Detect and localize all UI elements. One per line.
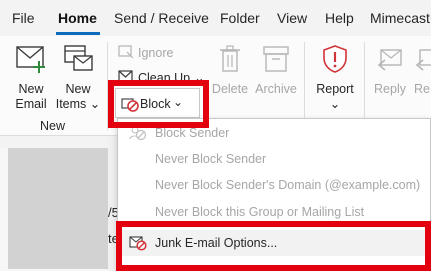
menu-item-never-block-group[interactable]: Never Block this Group or Mailing List <box>118 199 431 225</box>
block-label: Block <box>140 97 171 111</box>
reply-envelope-icon <box>370 44 410 78</box>
ribbon-tabs: File Home Send / Receive Folder View Hel… <box>0 0 431 36</box>
cleanup-icon <box>118 69 134 86</box>
tab-mimecast[interactable]: Mimecast <box>370 10 430 26</box>
block-icon <box>121 96 139 117</box>
chevron-down-icon: ⌄ <box>329 97 341 111</box>
new-items-label-2: Items ⌄ <box>55 97 101 111</box>
cleanup-label: Clean Up <box>138 70 191 85</box>
new-email-button[interactable]: New Email <box>8 44 54 112</box>
menu-item-junk-email-options[interactable]: Junk E-mail Options... <box>118 230 431 256</box>
menu-item-never-block-sender[interactable]: Never Block Sender <box>118 146 431 172</box>
archive-box-icon <box>253 44 299 78</box>
report-button[interactable]: Report ⌄ <box>312 44 358 112</box>
menu-item-label: Never Block Sender's Domain (@example.co… <box>155 178 421 192</box>
report-label: Report <box>316 82 354 96</box>
reply-label: Reply <box>374 82 406 96</box>
envelope-plus-icon <box>8 44 54 78</box>
ignore-button[interactable]: Ignore <box>118 44 173 61</box>
menu-item-never-block-domain[interactable]: Never Block Sender's Domain (@example.co… <box>118 172 431 198</box>
new-email-label-2: Email <box>15 97 47 111</box>
tab-send-receive[interactable]: Send / Receive <box>114 10 209 26</box>
menu-item-label: Never Block this Group or Mailing List <box>155 205 365 219</box>
menu-item-label: Junk E-mail Options... <box>155 236 278 250</box>
delete-label: Delete <box>211 82 249 96</box>
chevron-down-icon: ⌄ <box>173 95 184 109</box>
delete-button[interactable]: Delete <box>207 44 253 97</box>
group-label-new: New <box>40 119 66 133</box>
new-items-icon <box>54 44 102 78</box>
reply-all-button[interactable]: Re <box>414 44 431 97</box>
ribbon-separator <box>107 42 108 130</box>
shield-alert-icon <box>312 44 358 78</box>
ribbon-separator <box>304 42 305 130</box>
chevron-down-icon: ⌄ <box>89 97 101 111</box>
cleanup-button[interactable]: Clean Up ⌄ <box>118 69 205 86</box>
archive-button[interactable]: Archive <box>253 44 299 97</box>
tab-folder[interactable]: Folder <box>220 10 260 26</box>
menu-item-label: Block Sender <box>155 126 230 140</box>
new-items-label-1: New <box>65 82 91 96</box>
tab-home[interactable]: Home <box>58 10 97 26</box>
tab-view[interactable]: View <box>277 10 307 26</box>
trash-icon <box>207 44 253 78</box>
ignore-label: Ignore <box>138 45 174 60</box>
new-email-label-1: New <box>18 82 44 96</box>
block-button[interactable]: Block ⌄ <box>115 88 200 118</box>
message-preview-image <box>8 148 108 269</box>
tab-file[interactable]: File <box>12 10 35 26</box>
reply-all-label: Re <box>414 82 430 96</box>
active-tab-indicator <box>56 32 100 35</box>
reply-button[interactable]: Reply <box>370 44 410 97</box>
tab-help[interactable]: Help <box>325 10 354 26</box>
reply-all-icon <box>414 44 431 78</box>
archive-label: Archive <box>255 82 297 96</box>
ignore-icon <box>118 44 134 61</box>
junk-options-icon <box>129 235 147 254</box>
block-sender-icon <box>129 125 147 144</box>
menu-item-block-sender[interactable]: Block Sender <box>118 120 431 146</box>
ribbon-separator <box>364 42 365 130</box>
menu-item-label: Never Block Sender <box>155 152 267 166</box>
new-items-button[interactable]: New Items ⌄ <box>54 44 102 112</box>
chevron-down-icon: ⌄ <box>194 71 205 85</box>
block-dropdown-menu: Block Sender Never Block Sender Never Bl… <box>117 118 431 271</box>
